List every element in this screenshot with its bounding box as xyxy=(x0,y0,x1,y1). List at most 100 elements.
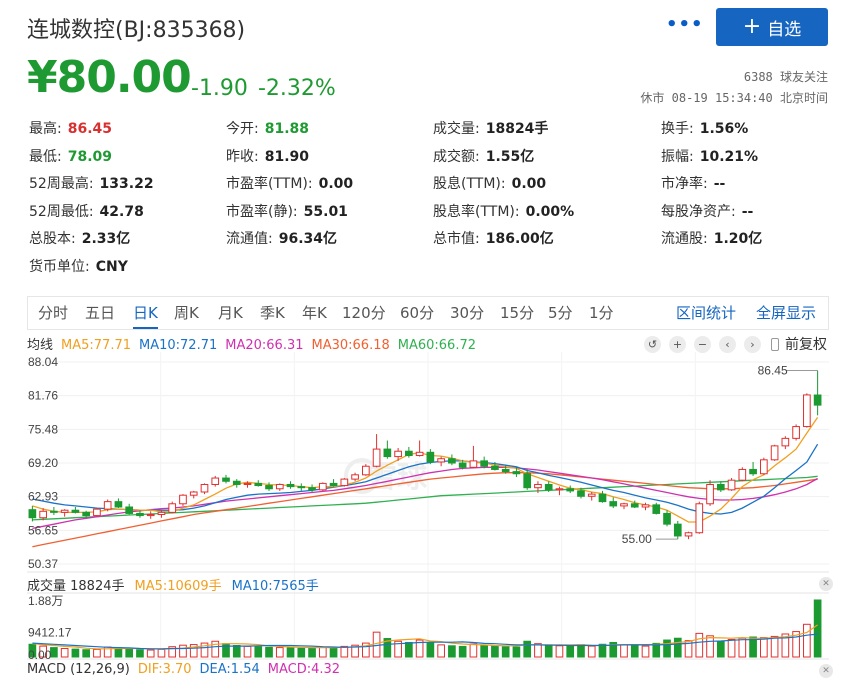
y-tick-label: 62.93 xyxy=(28,490,58,504)
volume-bar xyxy=(308,647,316,658)
candle-body xyxy=(114,501,123,508)
tab-2[interactable]: 日K xyxy=(133,297,158,329)
price-adjust-selector[interactable]: 前复权 xyxy=(785,334,827,354)
tab-11[interactable]: 5分 xyxy=(548,297,573,329)
quote-label: 今开: xyxy=(226,121,259,137)
quote-label: 流通股: xyxy=(661,231,708,247)
quote-cell: 最低: 78.09 xyxy=(29,146,112,166)
kline-chart[interactable]: 雪球88.0481.7675.4869.2062.9356.6550.3786.… xyxy=(27,352,829,662)
scroll-left-icon[interactable]: ‹ xyxy=(719,335,736,353)
quote-cell: 52周最高: 133.22 xyxy=(29,173,154,193)
quote-value: 1.55亿 xyxy=(485,148,535,165)
volume-bar xyxy=(286,647,295,658)
tab-12[interactable]: 1分 xyxy=(589,297,614,329)
quote-label: 每股净资产: xyxy=(661,203,736,220)
candle-body xyxy=(792,426,800,439)
quote-label: 市净率: xyxy=(661,176,708,192)
quote-cell: 股息(TTM): 0.00 xyxy=(433,173,546,193)
quote-stats-table: 最高: 86.45 今开: 81.88 成交量: 18824手 换手: 1.56% 最低: 78.… xyxy=(29,118,829,283)
volume-bar xyxy=(770,635,779,658)
tab-10[interactable]: 15分 xyxy=(500,297,534,329)
quote-cell: 市净率: -- xyxy=(661,173,725,193)
volume-bar xyxy=(760,637,768,658)
candle-body xyxy=(587,493,596,497)
volume-bar xyxy=(265,646,273,658)
quote-label: 最高: xyxy=(29,121,62,137)
tab-9[interactable]: 30分 xyxy=(450,297,484,329)
quote-cell: 今开: 81.88 xyxy=(226,118,309,138)
y-tick-label: 88.04 xyxy=(28,355,58,369)
followers-count[interactable]: 6388 球友关注 xyxy=(744,68,828,85)
legend-item: MA20:66.31 xyxy=(225,338,304,353)
tab-6[interactable]: 年K xyxy=(302,297,327,329)
quote-cell: 换手: 1.56% xyxy=(661,118,748,138)
volume-bar xyxy=(555,645,564,658)
quote-value: 1.56% xyxy=(699,121,749,137)
candle-body xyxy=(673,523,682,537)
quote-label: 总市值: xyxy=(433,231,480,247)
tab-8[interactable]: 60分 xyxy=(400,297,434,329)
candle-body xyxy=(297,486,306,489)
candle-body xyxy=(598,493,607,503)
candle-body xyxy=(200,483,209,493)
candle-body xyxy=(146,514,155,517)
volume-bar xyxy=(243,645,252,658)
quote-cell: 52周最低: 42.78 xyxy=(29,201,144,221)
legend-item: MA10:7565手 xyxy=(231,579,319,594)
volume-bar xyxy=(50,647,58,658)
plus-icon: + xyxy=(742,14,762,39)
candle-body xyxy=(609,501,618,507)
quote-value: 133.22 xyxy=(99,176,154,192)
candle-body xyxy=(189,491,198,496)
volume-bar xyxy=(695,632,704,658)
legend-item: MA5:77.71 xyxy=(61,338,131,353)
add-to-watchlist-button[interactable]: + 自选 xyxy=(716,8,828,46)
more-options-button[interactable]: ••• xyxy=(666,14,704,35)
tab-5[interactable]: 季K xyxy=(260,297,285,329)
candle-body xyxy=(39,510,47,519)
quote-label: 货币单位: xyxy=(29,258,90,275)
volume-bar xyxy=(71,648,80,658)
close-volume-panel-icon[interactable]: ✕ xyxy=(819,577,833,591)
zoom-out-icon[interactable]: − xyxy=(694,335,711,353)
tab-4[interactable]: 月K xyxy=(218,297,243,329)
quote-cell: 货币单位: CNY xyxy=(29,256,128,276)
legend-item: DIF:3.70 xyxy=(137,662,192,677)
scroll-right-icon[interactable]: › xyxy=(744,335,761,353)
candle-body xyxy=(222,477,230,482)
volume-bar xyxy=(641,645,650,658)
volume-y-tick-label: 0.00 xyxy=(28,648,52,662)
candle-body xyxy=(136,512,144,517)
candle-body xyxy=(60,509,69,513)
quote-row: 最高: 86.45 今开: 81.88 成交量: 18824手 换手: 1.56% xyxy=(29,118,829,146)
quote-label: 振幅: xyxy=(661,148,694,165)
volume-bar xyxy=(426,642,435,658)
quote-value: 1.20亿 xyxy=(713,231,763,247)
quote-value: -- xyxy=(741,203,754,220)
tab-7[interactable]: 120分 xyxy=(342,297,386,329)
volume-bar xyxy=(157,648,166,658)
candle-type-icon[interactable] xyxy=(771,337,779,351)
volume-bar xyxy=(275,647,284,658)
quote-value: 18824手 xyxy=(485,121,549,137)
quote-cell: 总市值: 186.00亿 xyxy=(433,228,554,248)
volume-bar xyxy=(232,644,241,658)
volume-bar xyxy=(512,646,521,658)
zoom-in-icon[interactable]: + xyxy=(669,335,686,353)
candle-body xyxy=(630,503,639,508)
tab-3[interactable]: 周K xyxy=(174,297,199,329)
quote-value: 42.78 xyxy=(99,203,144,220)
range-stats-button[interactable]: 区间统计 xyxy=(676,297,736,329)
candle-body xyxy=(383,448,392,458)
volume-bar xyxy=(146,649,155,658)
volume-y-tick-label: 9412.17 xyxy=(28,626,72,640)
candle-body xyxy=(308,487,316,491)
candle-body xyxy=(103,501,112,510)
volume-bar xyxy=(136,649,144,658)
quote-value: 96.34亿 xyxy=(278,231,338,247)
close-macd-panel-icon[interactable]: ✕ xyxy=(819,664,833,678)
tab-0[interactable]: 分时 xyxy=(38,297,68,329)
tab-1[interactable]: 五日 xyxy=(85,297,115,329)
fullscreen-button[interactable]: 全屏显示 xyxy=(756,297,816,329)
undo-icon[interactable]: ↺ xyxy=(644,335,661,353)
